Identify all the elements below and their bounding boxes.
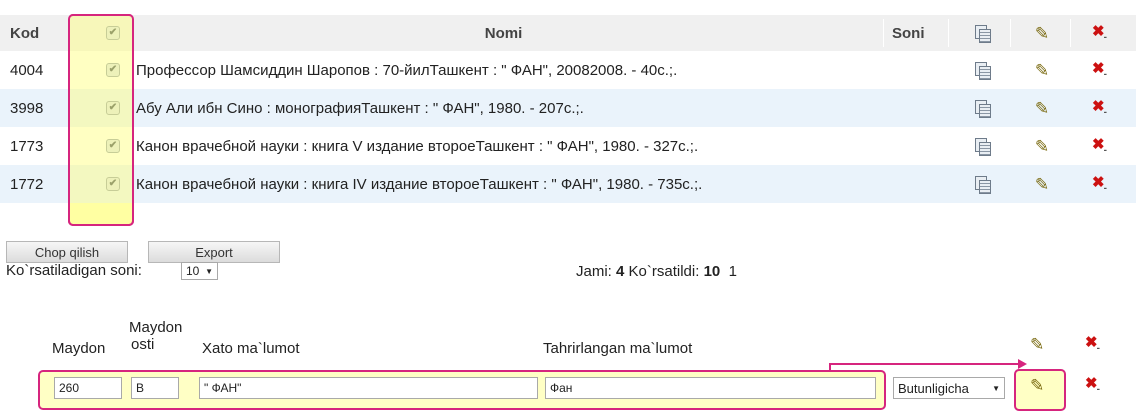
maydon-field[interactable]: 260	[54, 377, 122, 399]
replace-mode-value: Butunligicha	[898, 380, 969, 396]
maydon-osti-field[interactable]: B	[131, 377, 179, 399]
arrow-annotation	[829, 359, 1027, 370]
tahrir-field[interactable]: Фан	[545, 377, 876, 399]
save-edit-button[interactable]: ✎	[1030, 377, 1044, 394]
delete-edit-row-button[interactable]: ✖-	[1085, 375, 1100, 395]
chevron-down-icon: ▼	[992, 383, 1000, 393]
edit-pencil-icon: ✎	[1030, 376, 1045, 395]
xato-field[interactable]: " ФАН"	[199, 377, 538, 399]
replace-mode-select[interactable]: Butunligicha ▼	[893, 377, 1005, 399]
delete-icon: ✖-	[1085, 375, 1100, 395]
